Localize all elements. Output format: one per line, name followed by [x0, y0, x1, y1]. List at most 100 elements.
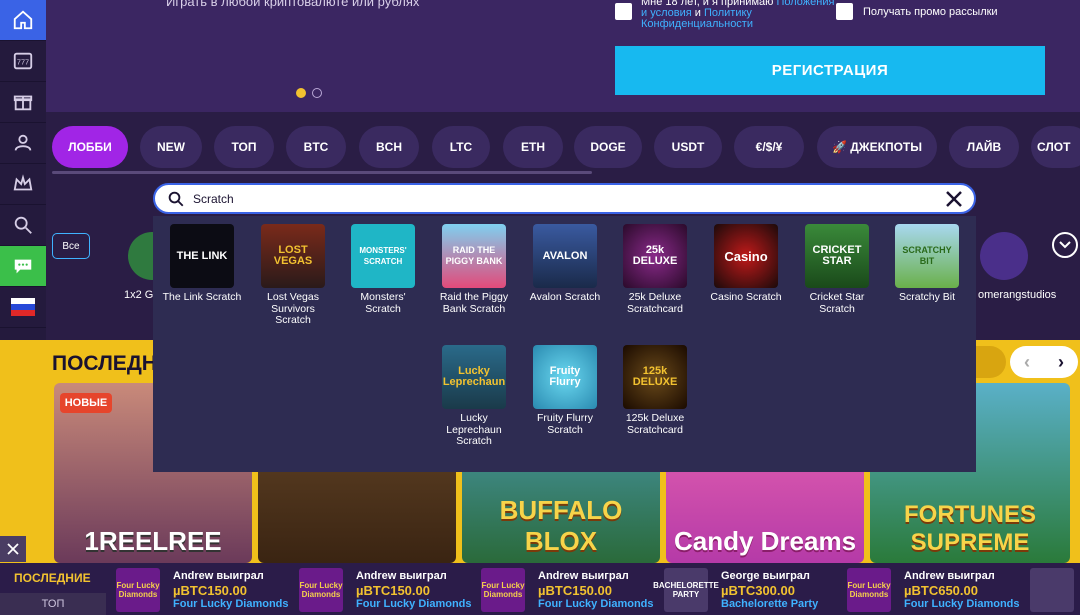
result-avalon[interactable]: AVALON Avalon Scratch [524, 224, 606, 304]
win-game-link[interactable]: Four Lucky Diamonds [904, 598, 1020, 610]
sidebar-search[interactable] [0, 205, 46, 246]
result-thumb: CRICKET STAR [805, 224, 869, 288]
provider-boomerang-logo[interactable] [980, 232, 1028, 280]
game-title: Candy Dreams [673, 526, 857, 556]
slot-machine-icon: 777 [13, 52, 33, 70]
win-item-partial[interactable] [1030, 568, 1080, 612]
chevron-left-icon[interactable]: ‹ [1024, 352, 1030, 373]
promo-label: Получать промо рассылки [863, 6, 998, 18]
search-input[interactable] [193, 191, 974, 206]
dealer-icon [14, 134, 32, 151]
sidebar-bonuses[interactable] [0, 82, 46, 123]
game-title: 1REELREE [84, 526, 222, 556]
search-icon [168, 191, 184, 206]
promo-banner: Играть в любой криптовалюте или рублях М… [46, 0, 1080, 112]
tab-slots[interactable]: СЛОТ [1031, 126, 1080, 168]
tab-top[interactable]: ТОП [214, 126, 274, 168]
win-amount: µBTC650.00 [904, 583, 978, 598]
win-game-link[interactable]: Four Lucky Diamonds [356, 598, 472, 610]
tab-usdt[interactable]: USDT [654, 126, 722, 168]
result-label: 125k Deluxe Scratchcard [625, 412, 685, 436]
all-providers-button[interactable]: Все [52, 233, 90, 259]
win-game-thumb [1030, 568, 1074, 612]
sidebar-home[interactable] [0, 0, 46, 41]
tab-doge[interactable]: DOGE [574, 126, 642, 168]
win-user: Andrew выиграл [904, 570, 995, 582]
result-lucky-leprechaun[interactable]: Lucky Leprechaun Lucky Leprechaun Scratc… [433, 345, 515, 448]
result-thumb: Casino [714, 224, 778, 288]
ticker-tab-top[interactable]: ТОП [0, 593, 106, 615]
tab-fiat[interactable]: €/$/¥ [734, 126, 804, 168]
win-game-thumb: Four Lucky Diamonds [116, 568, 160, 612]
result-label: The Link Scratch [162, 291, 242, 303]
tab-btc[interactable]: BTC [286, 126, 346, 168]
tab-ltc[interactable]: LTC [432, 126, 490, 168]
carousel-dots [296, 88, 322, 98]
win-amount: µBTC300.00 [721, 583, 795, 598]
ticker-close-button[interactable] [0, 536, 26, 562]
tab-bch[interactable]: BCH [359, 126, 419, 168]
result-label: Casino Scratch [710, 291, 782, 303]
result-thumb: MONSTERS' SCRATCH [351, 224, 415, 288]
result-monsters[interactable]: MONSTERS' SCRATCH Monsters' Scratch [342, 224, 424, 315]
win-game-link[interactable]: Four Lucky Diamonds [538, 598, 654, 610]
latest-title: ПОСЛЕДН [52, 352, 157, 375]
win-game-link[interactable]: Four Lucky Diamonds [173, 598, 289, 610]
result-casino[interactable]: Casino Casino Scratch [705, 224, 787, 304]
tabs-scrollbar[interactable] [52, 171, 592, 174]
latest-nav: ‹ › [1010, 346, 1078, 378]
sidebar-live[interactable] [0, 123, 46, 164]
result-scratchy-bit[interactable]: SCRATCHY BIT Scratchy Bit [886, 224, 968, 304]
result-fruity-flurry[interactable]: Fruity Flurry Fruity Flurry Scratch [524, 345, 606, 436]
search-bar[interactable] [153, 183, 976, 214]
result-piggy-bank[interactable]: RAID THE PIGGY BANK Raid the Piggy Bank … [433, 224, 515, 315]
close-icon [7, 543, 19, 555]
chevron-down-icon [1059, 241, 1071, 249]
sidebar-vip[interactable] [0, 164, 46, 205]
carousel-dot-2[interactable] [312, 88, 322, 98]
tab-new[interactable]: NEW [140, 126, 202, 168]
result-thumb: AVALON [533, 224, 597, 288]
sidebar: 777 [0, 0, 46, 340]
providers-expand-button[interactable] [1052, 232, 1078, 258]
terms-checkbox[interactable] [615, 3, 632, 20]
result-thumb: Lucky Leprechaun [442, 345, 506, 409]
result-label: Cricket Star Scratch [809, 291, 865, 315]
result-label: Fruity Flurry Scratch [537, 412, 593, 436]
crown-icon [13, 174, 33, 191]
win-user: Andrew выиграл [538, 570, 629, 582]
result-the-link[interactable]: THE LINK The Link Scratch [161, 224, 243, 304]
result-125k-deluxe[interactable]: 125k DELUXE 125k Deluxe Scratchcard [614, 345, 696, 436]
result-25k-deluxe[interactable]: 25k DELUXE 25k Deluxe Scratchcard [614, 224, 696, 315]
terms-link[interactable]: Положения [776, 0, 834, 8]
tab-jackpots[interactable]: 🚀 ДЖЕКПОТЫ [817, 126, 937, 168]
carousel-dot-1[interactable] [296, 88, 306, 98]
terms-label: Мне 18 лет, и я принимаю Положения и усл… [641, 0, 834, 30]
result-lost-vegas[interactable]: LOST VEGAS Lost Vegas Survivors Scratch [252, 224, 334, 327]
close-icon[interactable] [944, 189, 964, 209]
result-label: Lost Vegas Survivors Scratch [267, 291, 319, 326]
result-cricket-star[interactable]: CRICKET STAR Cricket Star Scratch [796, 224, 878, 315]
tab-live[interactable]: ЛАЙВ [949, 126, 1019, 168]
russia-flag-icon [11, 298, 35, 316]
result-label: 25k Deluxe Scratchcard [626, 291, 684, 315]
win-game-thumb: Four Lucky Diamonds [299, 568, 343, 612]
win-user: George выиграл [721, 570, 810, 582]
home-icon [13, 10, 33, 30]
tab-eth[interactable]: ETH [503, 126, 563, 168]
chevron-right-icon[interactable]: › [1058, 352, 1064, 373]
win-amount: µBTC150.00 [356, 583, 430, 598]
win-user: Andrew выиграл [356, 570, 447, 582]
chat-icon [14, 259, 32, 274]
promo-checkbox[interactable] [836, 3, 853, 20]
sidebar-slots[interactable]: 777 [0, 41, 46, 82]
result-thumb: SCRATCHY BIT [895, 224, 959, 288]
sidebar-chat[interactable] [0, 246, 46, 287]
sidebar-language[interactable] [0, 287, 46, 328]
register-button[interactable]: РЕГИСТРАЦИЯ [615, 46, 1045, 95]
result-thumb: 25k DELUXE [623, 224, 687, 288]
win-game-link[interactable]: Bachelorette Party [721, 598, 818, 610]
tab-lobby[interactable]: ЛОББИ [52, 126, 128, 168]
privacy-link-2[interactable]: Конфиденциальности [641, 18, 753, 30]
win-game-thumb: Four Lucky Diamonds [481, 568, 525, 612]
